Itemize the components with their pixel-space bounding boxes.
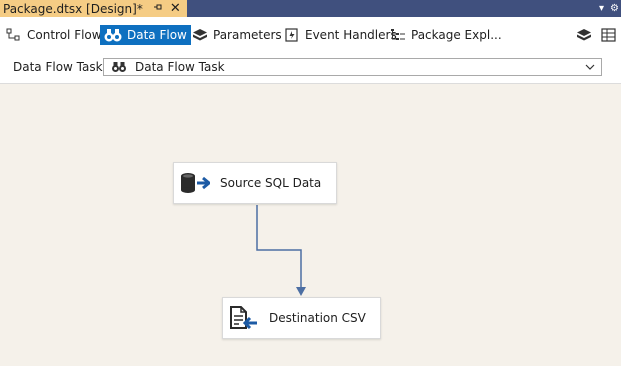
sql-source-icon xyxy=(180,172,210,194)
document-tab-title: Package.dtsx [Design]* xyxy=(3,1,143,16)
task-selector-row: Data Flow Task: Data Flow Task xyxy=(0,51,621,84)
connector-arrowhead xyxy=(296,287,306,296)
settings-icon[interactable]: ⚙ xyxy=(610,3,619,14)
source-sql-data-component[interactable]: Source SQL Data xyxy=(173,162,337,204)
task-selector-label: Data Flow Task: xyxy=(13,60,107,74)
flat-file-destination-icon xyxy=(229,306,259,330)
task-selector-dropdown[interactable]: Data Flow Task xyxy=(103,58,602,76)
data-flow-icon xyxy=(104,29,122,42)
tab-label: Parameters xyxy=(213,28,282,42)
tab-label: Control Flow xyxy=(27,28,102,42)
destination-csv-component[interactable]: Destination CSV xyxy=(222,297,381,339)
chevron-down-icon[interactable]: ▾ xyxy=(599,3,604,14)
tab-control-flow[interactable]: Control Flow xyxy=(2,25,106,45)
tab-label: Event Handlers xyxy=(305,28,397,42)
pin-icon[interactable] xyxy=(153,2,163,15)
document-tab[interactable]: Package.dtsx [Design]* ✕ xyxy=(0,0,187,17)
tab-label: Package Expl... xyxy=(411,28,502,42)
chevron-down-icon[interactable] xyxy=(584,61,596,76)
variables-button[interactable] xyxy=(576,25,592,45)
component-label: Destination CSV xyxy=(269,311,366,325)
close-icon[interactable]: ✕ xyxy=(170,2,181,15)
tab-package-explorer[interactable]: Package Expl... xyxy=(386,25,506,45)
grid-options-icon xyxy=(601,28,616,42)
event-handlers-icon xyxy=(285,28,298,42)
tab-parameters[interactable]: Parameters xyxy=(188,25,286,45)
designer-tab-bar: Control Flow Data Flow Parameters Event … xyxy=(0,17,621,51)
data-flow-task-icon xyxy=(111,61,127,73)
task-selector-value: Data Flow Task xyxy=(135,60,225,74)
parameters-icon xyxy=(193,29,207,41)
tab-label: Data Flow xyxy=(127,28,187,42)
control-flow-icon xyxy=(6,28,20,41)
design-canvas[interactable]: Source SQL Data Destination CSV xyxy=(0,84,621,366)
title-bar-controls: ▾ ⚙ xyxy=(599,0,619,17)
document-title-bar: Package.dtsx [Design]* ✕ ▾ ⚙ xyxy=(0,0,621,17)
tab-data-flow[interactable]: Data Flow xyxy=(100,25,191,45)
grid-options-button[interactable] xyxy=(601,25,617,45)
tab-event-handlers[interactable]: Event Handlers xyxy=(280,25,401,45)
package-explorer-icon xyxy=(391,29,405,40)
component-label: Source SQL Data xyxy=(220,176,322,190)
variables-icon xyxy=(577,29,591,41)
